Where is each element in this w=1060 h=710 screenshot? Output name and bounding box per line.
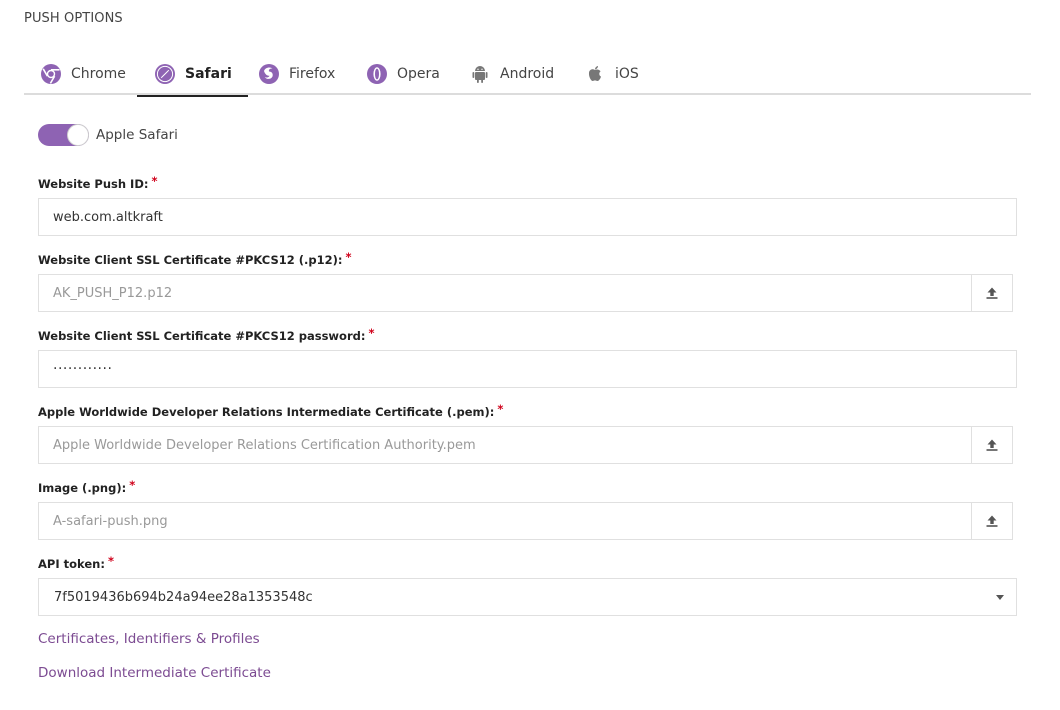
required-marker: * — [345, 250, 352, 264]
image-upload-button[interactable] — [971, 502, 1013, 540]
push-id-label: Website Push ID: * — [38, 174, 158, 191]
api-token-label: API token: * — [38, 554, 114, 571]
certificates-link[interactable]: Certificates, Identifiers & Profiles — [38, 631, 260, 647]
chevron-down-icon — [996, 595, 1004, 600]
section-title: PUSH OPTIONS — [24, 11, 123, 26]
tab-safari[interactable]: Safari — [137, 52, 248, 97]
apple-icon — [584, 63, 606, 85]
tab-label: Opera — [397, 65, 440, 82]
ssl-password-label: Website Client SSL Certificate #PKCS12 p… — [38, 326, 375, 343]
toggle-label: Apple Safari — [96, 127, 178, 143]
tab-label: Android — [500, 65, 555, 82]
ssl-cert-label: Website Client SSL Certificate #PKCS12 (… — [38, 250, 352, 267]
upload-icon — [986, 515, 998, 527]
download-intermediate-link[interactable]: Download Intermediate Certificate — [38, 665, 271, 681]
ssl-cert-upload-button[interactable] — [971, 274, 1013, 312]
image-file-input[interactable]: A-safari-push.png — [38, 502, 972, 540]
tab-android[interactable]: Android — [469, 52, 554, 95]
tab-chrome[interactable]: Chrome — [40, 52, 126, 95]
tab-label: iOS — [615, 65, 639, 82]
push-id-input[interactable]: web.com.altkraft — [38, 198, 1017, 236]
image-label: Image (.png): * — [38, 478, 136, 495]
tab-label: Firefox — [289, 65, 336, 82]
api-token-value: 7f5019436b694b24a94ee28a1353548c — [54, 589, 313, 605]
tab-label: Chrome — [71, 65, 126, 82]
upload-icon — [986, 287, 998, 299]
firefox-icon — [258, 63, 280, 85]
tab-opera[interactable]: Opera — [366, 52, 440, 95]
apple-safari-toggle[interactable] — [38, 124, 89, 146]
chrome-icon — [40, 63, 62, 85]
required-marker: * — [107, 554, 114, 568]
ssl-cert-file-input[interactable]: AK_PUSH_P12.p12 — [38, 274, 972, 312]
apple-safari-toggle-row: Apple Safari — [38, 124, 178, 146]
api-token-select[interactable]: 7f5019436b694b24a94ee28a1353548c — [38, 578, 1017, 616]
safari-icon — [154, 63, 176, 85]
required-marker: * — [497, 402, 504, 416]
required-marker: * — [368, 326, 375, 340]
android-icon — [469, 63, 491, 85]
upload-icon — [986, 439, 998, 451]
opera-icon — [366, 63, 388, 85]
tab-ios[interactable]: iOS — [584, 52, 639, 95]
tab-firefox[interactable]: Firefox — [258, 52, 335, 95]
tab-label: Safari — [185, 65, 232, 82]
required-marker: * — [129, 478, 136, 492]
required-marker: * — [151, 174, 158, 188]
ssl-password-input[interactable]: ············ — [38, 350, 1017, 388]
toggle-knob — [67, 124, 89, 146]
browser-tabs: Chrome Safari Firefox Opera Android iOS — [24, 52, 1031, 97]
intermediate-cert-file-input[interactable]: Apple Worldwide Developer Relations Cert… — [38, 426, 972, 464]
intermediate-cert-label: Apple Worldwide Developer Relations Inte… — [38, 402, 504, 419]
intermediate-cert-upload-button[interactable] — [971, 426, 1013, 464]
